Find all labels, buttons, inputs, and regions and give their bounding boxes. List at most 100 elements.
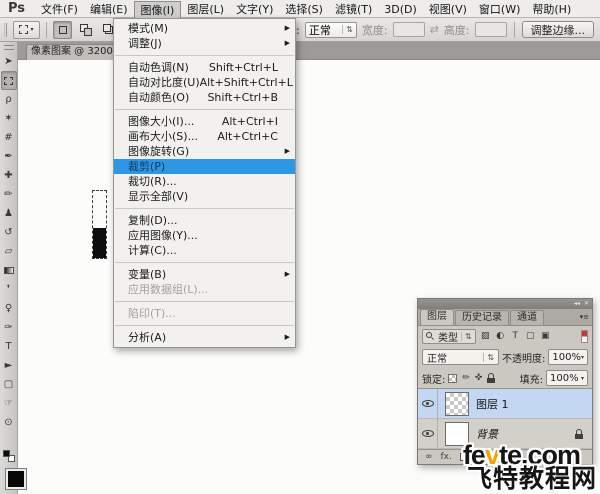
add-to-selection-button[interactable]: [76, 21, 95, 39]
menu-item-label: 复制(D)...: [128, 213, 178, 228]
opacity-combo[interactable]: 100% ▾: [548, 349, 588, 365]
dropdown-arrow-icon: ▾: [581, 375, 584, 382]
lock-position-icon[interactable]: ✜: [475, 374, 483, 383]
menu-item-variables[interactable]: 变量(B)▶: [114, 267, 295, 282]
visibility-cell[interactable]: [418, 419, 438, 448]
menubar-item-filter[interactable]: 滤镜(T): [329, 1, 378, 18]
link-layers-icon[interactable]: ∞: [425, 453, 433, 462]
panel-title-bar[interactable]: ◂◂ ✕: [418, 299, 592, 309]
lock-transparent-pixels-icon[interactable]: [448, 374, 457, 383]
layer-row-layer-1[interactable]: 图层 1: [418, 389, 592, 419]
brush-tool[interactable]: ✏: [1, 185, 17, 204]
pen-tool[interactable]: ✑: [1, 318, 17, 337]
filter-kind-select[interactable]: 类型 ⇅: [422, 329, 476, 344]
menu-item-trim[interactable]: 裁切(R)...: [114, 174, 295, 189]
lock-all-icon[interactable]: [487, 373, 495, 383]
options-bar-grip[interactable]: [4, 23, 7, 37]
filtering-toggle[interactable]: [581, 330, 588, 343]
menu-separator: [115, 301, 294, 302]
visibility-cell[interactable]: [418, 389, 438, 418]
layer-thumbnail[interactable]: [445, 392, 469, 416]
menu-item-canvas-size[interactable]: 画布大小(S)...Alt+Ctrl+C: [114, 129, 295, 144]
menu-item-adjustments[interactable]: 调整(J)▶: [114, 36, 295, 51]
menubar-item-type[interactable]: 文字(Y): [230, 1, 279, 18]
width-input[interactable]: [393, 22, 425, 37]
blur-tool[interactable]: ❜: [1, 280, 17, 299]
swap-dimensions-icon[interactable]: ⇄: [430, 23, 439, 36]
zoom-tool[interactable]: ⊙: [1, 413, 17, 432]
tool-preset-button[interactable]: ▾: [13, 21, 40, 39]
panel-menu-icon[interactable]: ▾≡: [580, 313, 589, 321]
menu-item-duplicate[interactable]: 复制(D)...: [114, 213, 295, 228]
collapse-panel-icon[interactable]: ◂◂: [574, 301, 580, 307]
dodge-tool[interactable]: ♀: [1, 299, 17, 318]
eraser-tool[interactable]: ▱: [1, 242, 17, 261]
foreground-color-swatch[interactable]: [5, 468, 27, 490]
menu-item-analysis[interactable]: 分析(A)▶: [114, 330, 295, 345]
default-colors-icon[interactable]: [3, 450, 15, 462]
shape-tool[interactable]: ▢: [1, 375, 17, 394]
menu-item-calculations[interactable]: 计算(C)...: [114, 243, 295, 258]
type-tool[interactable]: T: [1, 337, 17, 356]
menu-item-auto-tone[interactable]: 自动色调(N)Shift+Ctrl+L: [114, 60, 295, 75]
healing-brush-tool[interactable]: ✚: [1, 166, 17, 185]
lock-image-pixels-icon[interactable]: ✏: [462, 374, 470, 383]
menu-item-auto-contrast[interactable]: 自动对比度(U)Alt+Shift+Ctrl+L: [114, 75, 295, 90]
panel-tab-history[interactable]: 历史记录: [455, 310, 509, 325]
filter-type-layers-icon[interactable]: T: [509, 329, 522, 343]
blend-mode-select[interactable]: 正常 ⇅: [422, 349, 499, 365]
lasso-tool[interactable]: ρ: [1, 90, 17, 109]
crop-tool[interactable]: #: [1, 128, 17, 147]
menubar-item-view[interactable]: 视图(V): [423, 1, 473, 18]
menubar-item-select[interactable]: 选择(S): [279, 1, 329, 18]
history-brush-tool[interactable]: ↺: [1, 223, 17, 242]
opacity-value: 100%: [552, 352, 581, 363]
menubar-item-window[interactable]: 窗口(W): [473, 1, 526, 18]
layer-style-icon[interactable]: fx.: [441, 453, 452, 462]
path-selection-tool[interactable]: ►: [1, 356, 17, 375]
rectangular-marquee-tool[interactable]: [1, 71, 17, 90]
menu-item-reveal-all[interactable]: 显示全部(V): [114, 189, 295, 204]
submenu-arrow-icon: ▶: [285, 144, 290, 159]
close-panel-icon[interactable]: ✕: [584, 301, 589, 307]
move-tool[interactable]: ➤: [1, 52, 17, 71]
refine-edge-button[interactable]: 调整边缘...: [522, 21, 595, 38]
lock-icons: ✏✜: [448, 373, 495, 383]
filter-adjustment-layers-icon[interactable]: ◐: [494, 329, 507, 343]
menu-item-image-size[interactable]: 图像大小(I)...Alt+Ctrl+I: [114, 114, 295, 129]
eyedropper-tool[interactable]: ✒: [1, 147, 17, 166]
filter-shape-layers-icon[interactable]: ▢: [524, 329, 537, 343]
menubar-item-image[interactable]: 图像(I): [134, 1, 182, 18]
lock-label: 锁定:: [422, 371, 445, 386]
gradient-tool[interactable]: [1, 261, 17, 280]
new-selection-button[interactable]: [53, 21, 72, 39]
menu-item-shortcut: Alt+Ctrl+C: [217, 129, 278, 144]
history-brush-tool-icon: ↺: [4, 228, 12, 238]
document-tab[interactable]: 像素图案 @ 3200%: [26, 44, 114, 60]
hand-tool[interactable]: ☞: [1, 394, 17, 413]
add-to-selection-icon: [84, 28, 92, 36]
clone-stamp-tool[interactable]: ♟: [1, 204, 17, 223]
menu-item-apply-image[interactable]: 应用图像(Y)...: [114, 228, 295, 243]
filter-pixel-layers-icon[interactable]: ▨: [479, 329, 492, 343]
menu-item-shortcut: Shift+Ctrl+B: [207, 90, 278, 105]
menubar-item-3d[interactable]: 3D(D): [378, 1, 423, 18]
magic-wand-tool[interactable]: ✶: [1, 109, 17, 128]
menu-item-crop[interactable]: 裁剪(P): [114, 159, 295, 174]
healing-brush-tool-icon: ✚: [4, 171, 12, 181]
menubar-item-edit[interactable]: 编辑(E): [84, 1, 134, 18]
menu-item-auto-color[interactable]: 自动颜色(O)Shift+Ctrl+B: [114, 90, 295, 105]
fill-combo[interactable]: 100% ▾: [546, 370, 588, 386]
toolbar-grip[interactable]: [4, 45, 14, 50]
menubar-item-help[interactable]: 帮助(H): [526, 1, 577, 18]
style-select[interactable]: 正常 ⇅: [305, 22, 357, 38]
menu-item-image-rotation[interactable]: 图像旋转(G)▶: [114, 144, 295, 159]
panel-tab-channels[interactable]: 通道: [510, 310, 544, 325]
panel-tab-layers[interactable]: 图层: [420, 309, 454, 325]
menu-item-mode[interactable]: 模式(M)▶: [114, 21, 295, 36]
menubar-item-layer[interactable]: 图层(L): [181, 1, 230, 18]
filter-smart-objects-icon[interactable]: ▣: [539, 329, 552, 343]
menubar-item-file[interactable]: 文件(F): [35, 1, 84, 18]
type-tool-icon: T: [5, 342, 11, 352]
height-input[interactable]: [475, 22, 507, 37]
